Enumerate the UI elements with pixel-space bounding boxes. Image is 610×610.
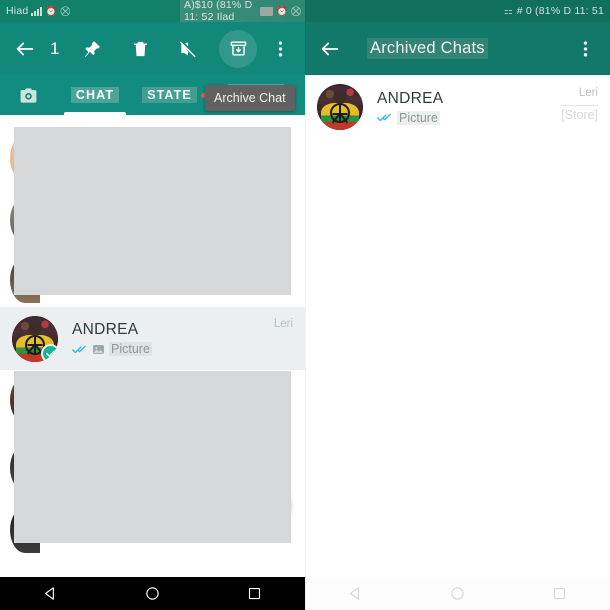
right-nav-bar: [305, 577, 610, 610]
overflow-menu-icon[interactable]: [570, 34, 600, 64]
redaction-block-bottom: [14, 371, 291, 543]
avatar: [317, 84, 363, 130]
double-check-icon: [72, 345, 86, 353]
double-check-icon: [377, 113, 391, 122]
chat-time: Leri: [273, 318, 293, 330]
archived-chat-list: ANDREA Picture Leri [Store]: [305, 75, 610, 138]
chat-row-andrea[interactable]: ANDREA Picture Leri: [0, 307, 305, 370]
chat-meta: ANDREA Picture: [377, 90, 561, 125]
chat-list: ANDREA Picture Leri: [0, 115, 305, 575]
status-overlay-text-group: A)$10 (81% D 11: 52 Ilad ⏰ ⛒: [180, 0, 305, 22]
right-status-text: # 0 (81% D 11: 51: [516, 5, 604, 17]
back-arrow-icon[interactable]: [10, 34, 40, 64]
nav-recents-icon[interactable]: [539, 577, 579, 610]
chat-meta: ANDREA Picture: [72, 321, 274, 356]
back-arrow-icon[interactable]: [315, 34, 345, 64]
chat-preview-text: Picture: [109, 342, 152, 356]
dnd-icon: ⛒: [60, 5, 71, 17]
peace-symbol-icon: [330, 103, 350, 123]
alarm-icon: ⏰: [45, 5, 58, 17]
contact-name: ANDREA: [72, 321, 139, 338]
nav-back-icon[interactable]: [31, 577, 71, 610]
page-title: Archived Chats: [367, 38, 488, 59]
nav-home-icon[interactable]: [132, 577, 172, 610]
left-status-bar: Hiad ⏰ ⛒ A)$10 (81% D 11: 52 Ilad ⏰ ⛒: [0, 0, 305, 22]
chat-preview-text: Picture: [397, 110, 440, 125]
contact-name: ANDREA: [377, 89, 444, 107]
delete-icon[interactable]: [125, 34, 155, 64]
archive-chat-tooltip: Archive Chat: [205, 85, 295, 111]
nav-recents-icon[interactable]: [234, 577, 274, 610]
left-panel: Hiad ⏰ ⛒ A)$10 (81% D 11: 52 Ilad ⏰ ⛒ 1: [0, 0, 305, 610]
camera-icon: [20, 87, 36, 103]
signal-bars-icon: [31, 6, 43, 16]
status-badge: [Store]: [561, 105, 598, 122]
dnd-icon-2: ⛒: [291, 5, 301, 17]
chat-time: Leri: [578, 87, 598, 99]
redaction-block-top: [14, 127, 291, 295]
nav-back-icon[interactable]: [336, 577, 376, 610]
archived-app-bar: Archived Chats: [305, 22, 610, 75]
tab-status[interactable]: STATE: [134, 75, 214, 115]
avatar: [12, 315, 58, 362]
right-status-bar: ⚏ # 0 (81% D 11: 51: [305, 0, 610, 22]
selected-count: 1: [50, 38, 60, 58]
image-icon: [93, 344, 104, 354]
tab-chats[interactable]: CHAT: [56, 75, 134, 115]
nav-home-icon[interactable]: [437, 577, 477, 610]
selection-app-bar: 1: [0, 22, 305, 75]
status-overlay-text: A)$10 (81% D 11: 52 Ilad: [184, 0, 253, 22]
chat-preview: Picture: [377, 110, 561, 125]
right-panel: ⚏ # 0 (81% D 11: 51 Archived Chats ANDRE…: [305, 0, 610, 610]
tab-camera[interactable]: [0, 75, 56, 115]
tab-status-label: STATE: [142, 87, 197, 103]
alarm-icon-2: ⏰: [276, 5, 289, 17]
status-redaction: [259, 6, 274, 16]
chat-right-col: Leri: [274, 318, 293, 330]
status-left-group: Hiad ⏰ ⛒: [6, 5, 70, 17]
tab-chats-label: CHAT: [70, 87, 120, 103]
archived-row-andrea[interactable]: ANDREA Picture Leri [Store]: [305, 76, 610, 138]
archive-button[interactable]: [219, 29, 257, 68]
selection-check-badge: [41, 343, 58, 362]
chat-right-col: Leri [Store]: [561, 87, 598, 122]
mute-icon[interactable]: [173, 34, 203, 64]
left-nav-bar: [0, 577, 305, 610]
chat-preview: Picture: [72, 342, 274, 356]
panel-divider: [305, 0, 306, 610]
dual-screenshot: Hiad ⏰ ⛒ A)$10 (81% D 11: 52 Ilad ⏰ ⛒ 1: [0, 0, 610, 610]
archive-icon: [230, 41, 246, 56]
pin-icon[interactable]: [77, 34, 107, 64]
sim-icon: ⚏: [504, 5, 513, 17]
carrier-label: Hiad: [6, 5, 29, 17]
overflow-menu-icon[interactable]: [265, 34, 295, 64]
